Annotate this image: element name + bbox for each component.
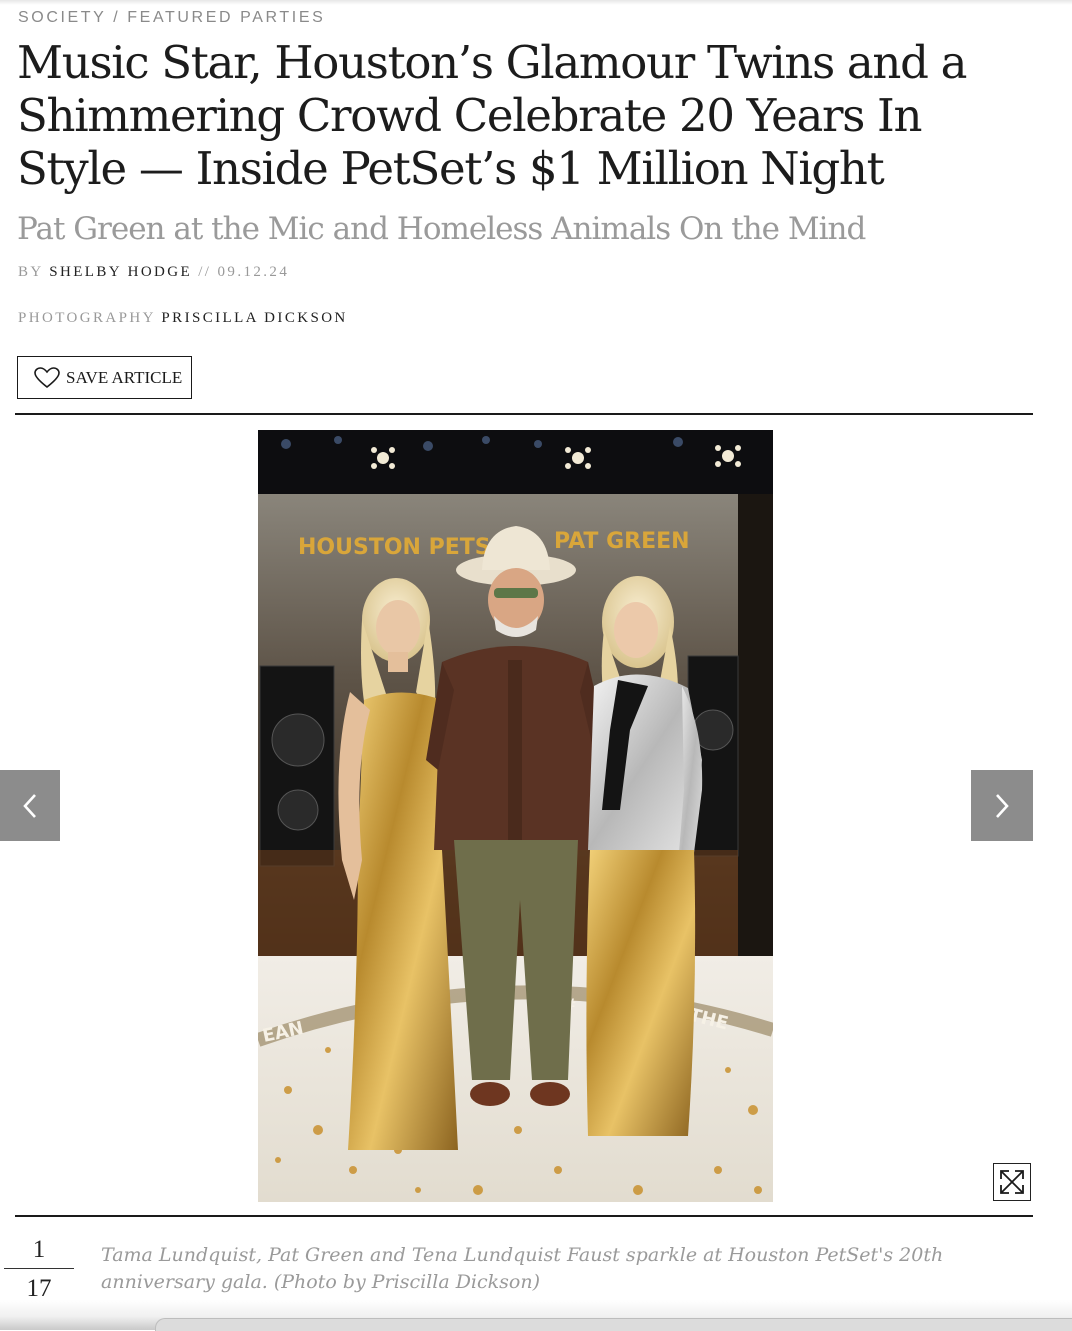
expand-icon (1000, 1170, 1024, 1194)
photography-credit: PHOTOGRAPHY PRISCILLA DICKSON (18, 310, 348, 327)
save-article-button[interactable]: SAVE ARTICLE (17, 356, 192, 399)
bottom-panel-edge (155, 1318, 1072, 1331)
article-subheadline: Pat Green at the Mic and Homeless Animal… (17, 211, 866, 247)
byline: BY SHELBY HODGE // 09.12.24 (18, 264, 289, 281)
heart-icon (34, 366, 60, 388)
banner-text-right: PAT GREEN (554, 529, 690, 554)
gallery-prev-button[interactable] (0, 770, 60, 841)
gallery-bottom-divider (15, 1215, 1033, 1217)
gallery-photo[interactable]: HOUSTON PETS PAT GREEN EAN # THE (258, 430, 773, 1202)
publish-date: 09.12.24 (217, 264, 290, 280)
byline-prefix: BY (18, 264, 44, 280)
article-headline: Music Star, Houston’s Glamour Twins and … (17, 36, 967, 195)
author-link[interactable]: SHELBY HODGE (49, 264, 192, 280)
chevron-right-icon (996, 793, 1009, 818)
photographer-link[interactable]: PRISCILLA DICKSON (161, 310, 347, 326)
gallery-top-divider (15, 413, 1033, 415)
gallery-photo-art: HOUSTON PETS PAT GREEN EAN # THE (258, 430, 773, 1202)
gallery-next-button[interactable] (971, 770, 1033, 841)
fullscreen-button[interactable] (993, 1163, 1031, 1201)
top-shadow (0, 0, 1072, 5)
chevron-left-icon (23, 793, 36, 818)
banner-text-left: HOUSTON PETS (298, 535, 491, 560)
save-article-label: SAVE ARTICLE (66, 367, 183, 387)
slide-counter: 1 17 (4, 1234, 74, 1305)
breadcrumb-subsection-link[interactable]: FEATURED PARTIES (127, 9, 325, 26)
byline-separator: // (198, 264, 212, 280)
slide-current: 1 (32, 1236, 46, 1263)
photo-caption: Tama Lundquist, Pat Green and Tena Lundq… (101, 1244, 944, 1293)
breadcrumb-separator: / (113, 9, 121, 26)
slide-counter-divider (4, 1268, 74, 1269)
photography-prefix: PHOTOGRAPHY (18, 310, 156, 326)
breadcrumb-section-link[interactable]: SOCIETY (18, 9, 106, 26)
breadcrumb: SOCIETY / FEATURED PARTIES (18, 9, 325, 27)
